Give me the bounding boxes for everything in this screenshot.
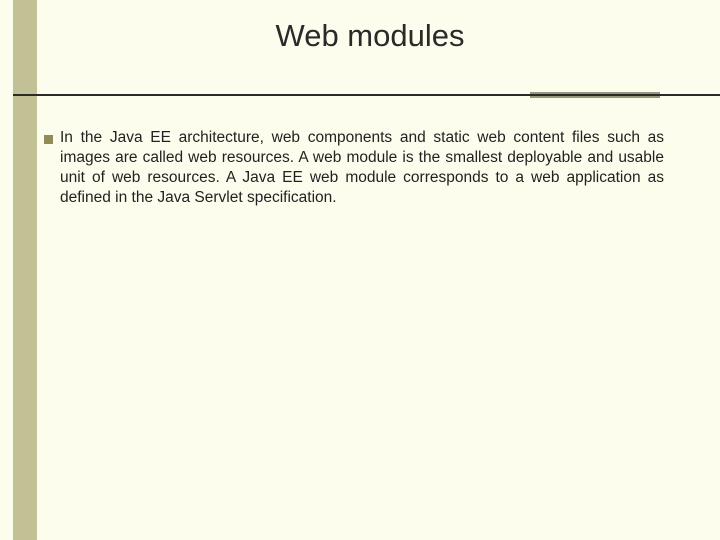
body-text: In the Java EE architecture, web compone… (60, 128, 664, 209)
slide: Web modules In the Java EE architecture,… (0, 0, 720, 540)
underline-main (13, 94, 720, 96)
slide-title: Web modules (60, 18, 680, 54)
left-sidebar-decoration (13, 0, 37, 540)
bullet-icon (44, 135, 53, 144)
title-underline (13, 92, 720, 98)
